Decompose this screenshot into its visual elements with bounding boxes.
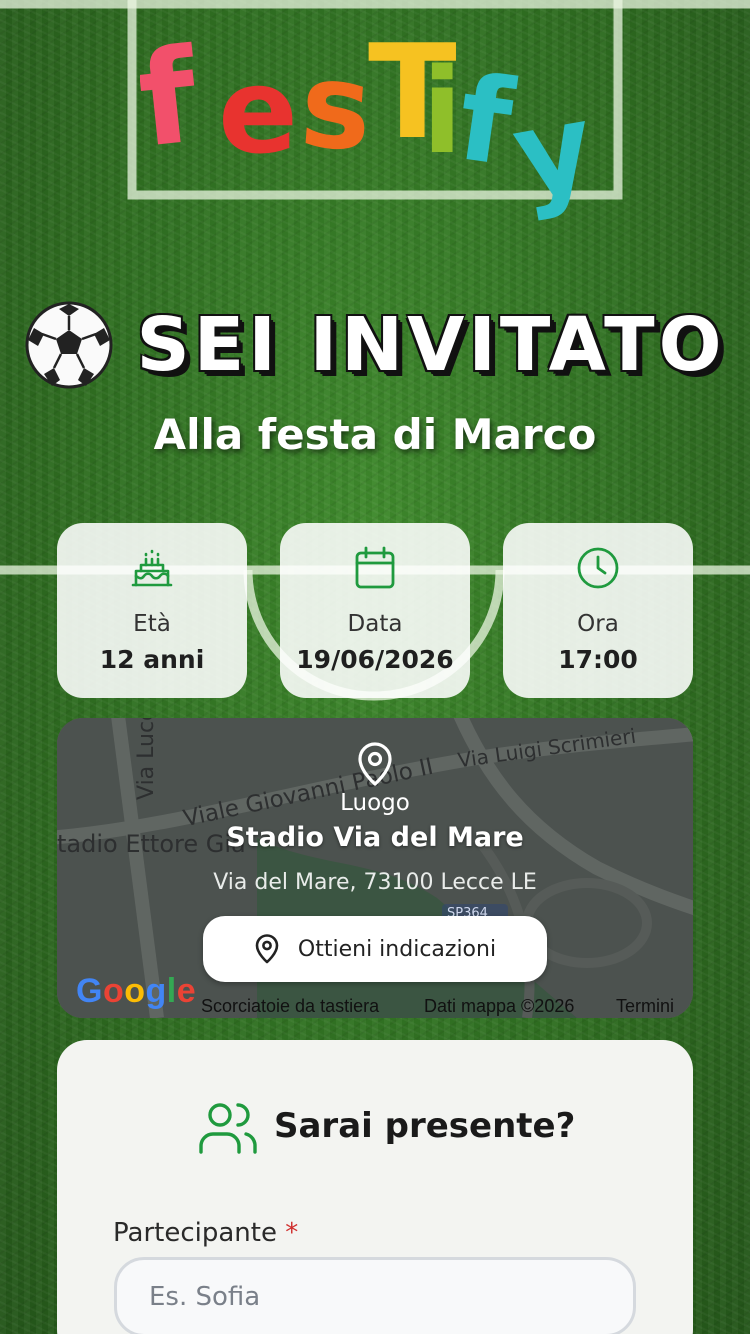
- map-data-credit: Dati mappa ©2026: [424, 996, 575, 1016]
- info-card-date: Data 19/06/2026: [280, 523, 470, 698]
- rsvp-title: Sarai presente?: [274, 1106, 576, 1146]
- info-label: Età: [133, 611, 171, 637]
- info-value: 12 anni: [99, 645, 205, 674]
- map-pin-icon: [255, 934, 279, 964]
- info-card-time: Ora 17:00: [503, 523, 693, 698]
- festify-logo: f e s T i f y: [132, 16, 610, 252]
- venue-name: Stadio Via del Mare: [226, 822, 524, 853]
- svg-text:s: s: [296, 35, 376, 178]
- venue-address: Via del Mare, 73100 Lecce LE: [213, 870, 537, 895]
- get-directions-label: Ottieni indicazioni: [297, 936, 497, 962]
- participant-label: Partecipante *: [113, 1218, 298, 1248]
- svg-text:y: y: [503, 76, 603, 225]
- participant-input[interactable]: [114, 1257, 636, 1334]
- info-label: Ora: [577, 611, 619, 637]
- required-mark: *: [285, 1218, 299, 1248]
- terms-link[interactable]: Termini: [616, 996, 674, 1017]
- info-value: 17:00: [558, 645, 638, 674]
- svg-text:f: f: [140, 22, 205, 177]
- info-card-age: Età 12 anni: [57, 523, 247, 698]
- soccer-ball-icon: [25, 301, 113, 389]
- location-label: Luogo: [340, 790, 410, 816]
- map-pin-icon: [358, 742, 392, 786]
- users-icon: [199, 1103, 257, 1154]
- birthday-cake-icon: [131, 549, 173, 587]
- invitation-headline: SEI INVITATO: [0, 300, 750, 390]
- get-directions-button[interactable]: Ottieni indicazioni: [203, 916, 547, 982]
- info-value: 19/06/2026: [296, 645, 454, 674]
- google-logo[interactable]: Google: [76, 972, 196, 1011]
- headline-text: SEI INVITATO: [136, 302, 726, 388]
- participant-label-text: Partecipante: [113, 1218, 277, 1248]
- svg-text:e: e: [218, 42, 298, 180]
- clock-icon: [577, 547, 619, 589]
- calendar-icon: [355, 546, 395, 589]
- party-subtitle: Alla festa di Marco: [153, 410, 597, 459]
- street-label: Via Lucc: [134, 718, 159, 800]
- keyboard-shortcuts-link[interactable]: Scorciatoie da tastiera: [201, 996, 379, 1017]
- info-label: Data: [347, 611, 403, 637]
